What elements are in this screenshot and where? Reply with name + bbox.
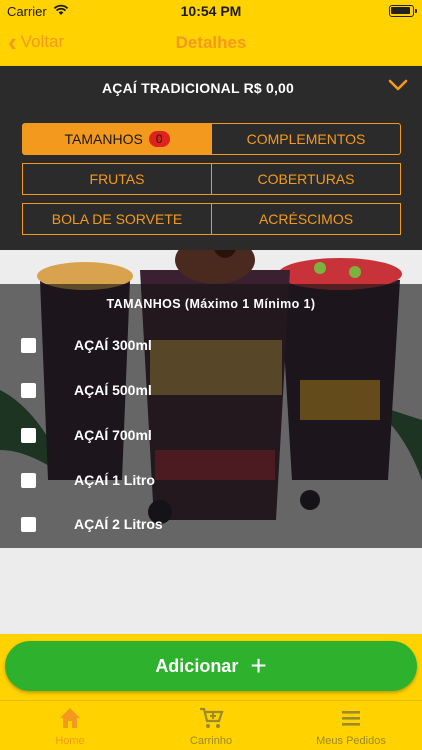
size-options: TAMANHOS (Máximo 1 Mínimo 1) AÇAÍ 300ml … [0,284,422,548]
tab-complementos[interactable]: COMPLEMENTOS [211,123,401,155]
option-row[interactable]: AÇAÍ 700ml [0,421,422,451]
option-label: AÇAÍ 1 Litro [74,472,155,488]
tab-bola-de-sorvete[interactable]: BOLA DE SORVETE [22,203,212,235]
checkbox[interactable] [21,383,36,398]
content-spacer [0,548,422,634]
tabbar-label-home: Home [55,735,85,747]
product-header[interactable]: AÇAÍ TRADICIONAL R$ 0,00 [0,66,422,110]
add-button-label: Adicionar [155,655,239,676]
tab-tamanhos-label: TAMANHOS [64,131,143,147]
option-label: AÇAÍ 300ml [74,337,152,353]
tabbar-item-orders[interactable]: Meus Pedidos [281,705,421,747]
options-header: TAMANHOS (Máximo 1 Mínimo 1) [106,297,316,311]
navigation-bar: ‹ Voltar Detalhes [0,22,422,66]
product-name: AÇAÍ TRADICIONAL R$ 0,00 [101,80,295,96]
tabbar-label-cart: Carrinho [189,735,233,747]
bottom-tab-bar: Home Carrinho Meus Pedidos [0,700,422,750]
plus-icon: + [250,650,267,681]
option-label: AÇAÍ 2 Litros [74,516,163,532]
tamanhos-count-badge: 0 [148,131,170,147]
tabbar-item-cart[interactable]: Carrinho [141,705,281,747]
tabbar-label-orders: Meus Pedidos [316,735,386,747]
option-label: AÇAÍ 500ml [74,382,152,398]
checkbox[interactable] [21,428,36,443]
checkbox[interactable] [21,338,36,353]
tab-tamanhos[interactable]: TAMANHOS 0 [22,123,212,155]
option-row[interactable]: AÇAÍ 500ml [0,376,422,406]
home-icon [0,705,140,735]
checkbox[interactable] [21,517,36,532]
cart-icon [141,705,281,735]
option-row[interactable]: AÇAÍ 2 Litros [0,510,422,540]
status-bar: Carrier 10:54 PM [0,0,422,22]
option-row[interactable]: AÇAÍ 1 Litro [0,466,422,496]
list-icon [281,705,421,735]
tabbar-item-home[interactable]: Home [0,705,140,747]
chevron-down-icon[interactable] [388,78,408,92]
page-title: Detalhes [175,33,247,52]
option-row[interactable]: AÇAÍ 300ml [0,331,422,361]
tab-acrescimos[interactable]: ACRÉSCIMOS [211,203,401,235]
clock: 10:54 PM [180,3,242,19]
tab-coberturas[interactable]: COBERTURAS [211,163,401,195]
checkbox[interactable] [21,473,36,488]
add-button[interactable]: Adicionar + [5,641,417,691]
category-tabs: TAMANHOS 0 COMPLEMENTOS FRUTAS COBERTURA… [0,110,422,250]
tab-frutas[interactable]: FRUTAS [22,163,212,195]
battery-icon [389,5,417,17]
option-label: AÇAÍ 700ml [74,427,152,443]
